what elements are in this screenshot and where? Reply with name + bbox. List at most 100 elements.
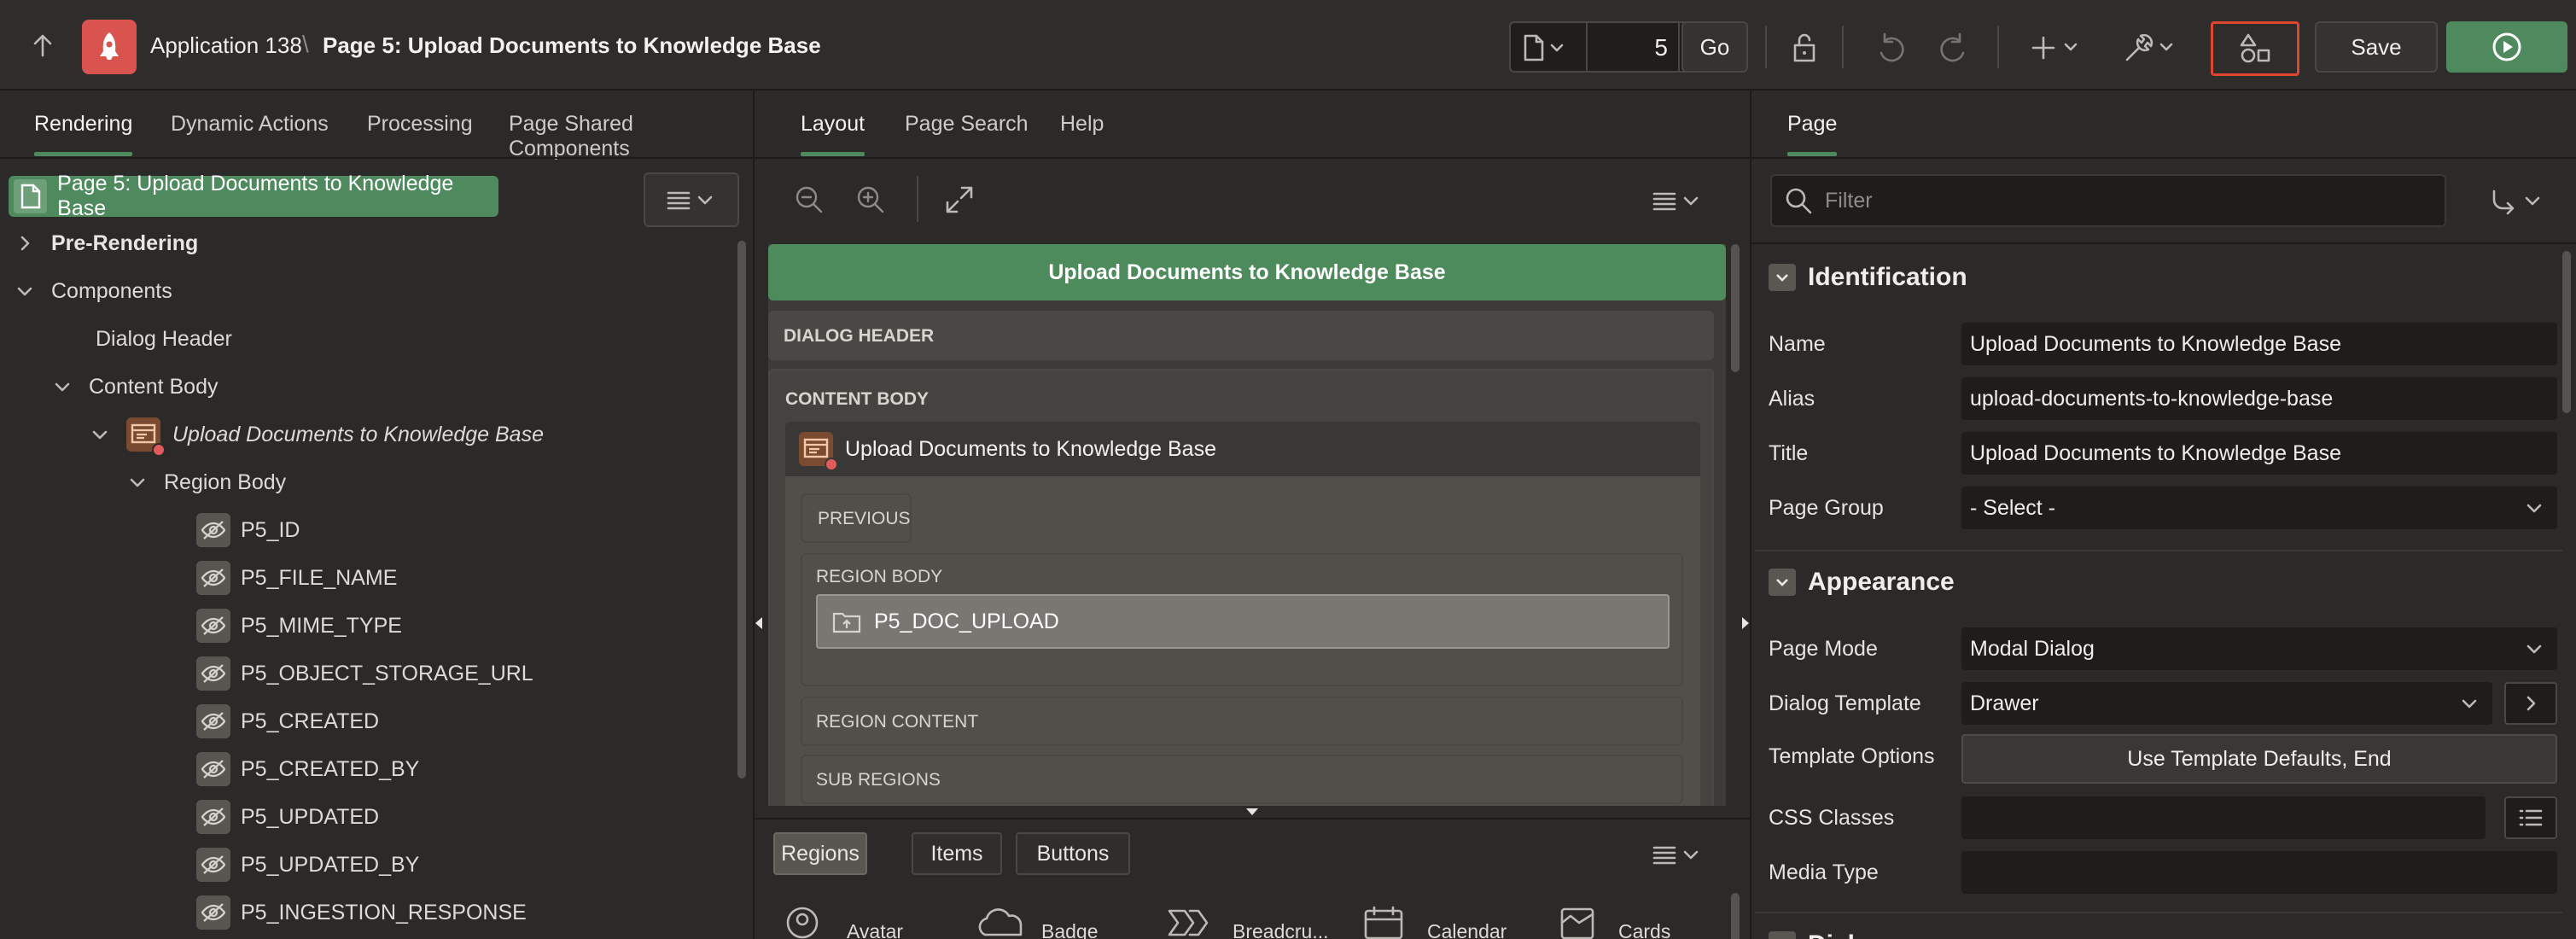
title-label: Title <box>1769 441 1809 465</box>
layout-menu-icon[interactable] <box>1651 188 1704 213</box>
media-type-field[interactable] <box>1961 851 2557 894</box>
page-mode-select[interactable]: Modal Dialog <box>1961 627 2557 670</box>
avatar-component-icon[interactable] <box>785 906 819 939</box>
zoom-in-icon[interactable] <box>855 184 886 215</box>
gallery-tab-buttons[interactable]: Buttons <box>1016 832 1130 875</box>
run-page-button[interactable] <box>2446 21 2567 73</box>
tree-row-hidden-item[interactable]: P5_ID <box>196 506 300 554</box>
tree-item-label: P5_ID <box>241 517 300 542</box>
shared-components-button[interactable] <box>2211 21 2299 76</box>
chevron-right-icon[interactable] <box>15 234 34 253</box>
lock-page-icon[interactable] <box>1787 31 1821 65</box>
chevron-down-icon[interactable] <box>15 282 34 300</box>
application-name[interactable]: Application 138 <box>150 32 302 59</box>
page-number-input[interactable]: 5 <box>1596 34 1668 61</box>
breadcrumb-component-icon[interactable] <box>1166 906 1217 939</box>
redo-icon[interactable] <box>1936 31 1970 65</box>
gallery-menu-icon[interactable] <box>1651 842 1704 867</box>
gallery-scrollbar[interactable] <box>1731 893 1740 939</box>
dialog-template-select[interactable]: Drawer <box>1961 682 2492 725</box>
tree-row-hidden-item[interactable]: P5_FILE_NAME <box>196 554 397 602</box>
create-menu-icon[interactable] <box>2031 32 2084 63</box>
hidden-item-icon <box>196 513 230 547</box>
application-icon[interactable] <box>82 20 137 74</box>
save-button[interactable]: Save <box>2315 21 2438 73</box>
tree-row-hidden-item[interactable]: P5_MIME_TYPE <box>196 602 402 650</box>
tree-row-dialog-header[interactable]: Dialog Header <box>96 315 232 363</box>
properties-scrollbar[interactable] <box>2562 251 2571 413</box>
collapse-check-icon[interactable] <box>1769 931 1796 939</box>
css-classes-field[interactable] <box>1961 796 2486 839</box>
tree-page-node[interactable]: Page 5: Upload Documents to Knowledge Ba… <box>9 172 498 220</box>
go-to-group-icon[interactable] <box>2491 186 2544 215</box>
breadcrumb-separator: \ <box>302 31 309 57</box>
alias-label: Alias <box>1769 387 1815 411</box>
tree-row-region-body[interactable]: Region Body <box>128 458 286 506</box>
tree-item-label: P5_CREATED_BY <box>241 756 420 781</box>
tree-menu-button[interactable] <box>644 172 739 227</box>
utilities-wrench-icon[interactable] <box>2124 31 2180 65</box>
expand-icon[interactable] <box>944 184 975 215</box>
calendar-component-icon[interactable] <box>1362 906 1405 939</box>
tree-row-hidden-item[interactable]: P5_INGESTION_RESPONSE <box>196 889 527 936</box>
tab-dynamic-actions[interactable]: Dynamic Actions <box>171 112 329 137</box>
title-field[interactable]: Upload Documents to Knowledge Base <box>1961 432 2557 475</box>
gallery-tab-items[interactable]: Items <box>912 832 1002 875</box>
region-title: Upload Documents to Knowledge Base <box>845 437 1216 461</box>
tab-page[interactable]: Page <box>1787 112 1838 156</box>
section-appearance[interactable]: Appearance <box>1769 568 1955 597</box>
chevron-down-icon[interactable] <box>90 425 109 444</box>
undo-icon[interactable] <box>1874 31 1909 65</box>
collapse-left-pane-icon[interactable] <box>755 616 763 630</box>
cards-component-icon[interactable] <box>1559 906 1596 939</box>
tree-row-hidden-item[interactable]: P5_CREATED_BY <box>196 745 419 793</box>
collapse-check-icon[interactable] <box>1769 569 1796 596</box>
tab-help[interactable]: Help <box>1060 112 1104 137</box>
splitter-down-icon[interactable] <box>1245 808 1259 816</box>
chevron-down-icon[interactable] <box>128 473 147 492</box>
tree-row-content-body[interactable]: Content Body <box>53 363 219 411</box>
alias-field[interactable]: upload-documents-to-knowledge-base <box>1961 377 2557 420</box>
tab-layout[interactable]: Layout <box>801 112 865 156</box>
left-pane: Rendering Dynamic Actions Processing Pag… <box>0 90 753 939</box>
tree-row-region[interactable]: Upload Documents to Knowledge Base <box>90 411 544 458</box>
tree-row-hidden-item[interactable]: P5_OBJECT_STORAGE_URL <box>196 650 533 697</box>
up-arrow-icon[interactable] <box>31 32 55 58</box>
dialog-title-banner[interactable]: Upload Documents to Knowledge Base <box>768 244 1726 300</box>
chevron-down-icon[interactable] <box>53 377 72 396</box>
go-button[interactable]: Go <box>1681 21 1748 73</box>
template-options-button[interactable]: Use Template Defaults, End <box>1961 734 2557 784</box>
tab-rendering[interactable]: Rendering <box>34 112 133 156</box>
tree-row-hidden-item[interactable]: P5_UPDATED_BY <box>196 841 419 889</box>
zoom-out-icon[interactable] <box>794 184 825 215</box>
go-to-template-button[interactable] <box>2504 682 2557 725</box>
section-title: Identification <box>1808 263 1967 291</box>
section-title: Appearance <box>1808 568 1955 596</box>
doc-upload-item[interactable]: P5_DOC_UPLOAD <box>816 594 1670 649</box>
tree-row-hidden-item[interactable]: P5_UPDATED <box>196 793 379 841</box>
section-dialog[interactable]: Dialog <box>1769 930 1886 939</box>
tab-processing[interactable]: Processing <box>367 112 473 137</box>
css-classes-list-button[interactable] <box>2504 796 2557 839</box>
badge-component-icon[interactable] <box>978 906 1029 939</box>
section-identification[interactable]: Identification <box>1769 263 1967 292</box>
chevron-down-icon <box>2525 639 2544 658</box>
page-group-select[interactable]: - Select - <box>1961 487 2557 529</box>
page-mode-label: Page Mode <box>1769 637 1878 661</box>
filter-input[interactable]: Filter <box>1770 174 2446 227</box>
tab-page-search[interactable]: Page Search <box>905 112 1029 137</box>
section-title: Dialog <box>1808 930 1886 939</box>
canvas-scrollbar[interactable] <box>1731 244 1740 372</box>
region-container[interactable]: Upload Documents to Knowledge Base PREVI… <box>785 422 1700 806</box>
collapse-right-pane-icon[interactable] <box>1741 616 1750 630</box>
name-field[interactable]: Upload Documents to Knowledge Base <box>1961 323 2557 365</box>
tree-row-hidden-item[interactable]: P5_CREATED <box>196 697 379 745</box>
tree-item-label: P5_INGESTION_RESPONSE <box>241 900 527 924</box>
tab-page-shared-components[interactable]: Page Shared Components <box>509 112 753 161</box>
gallery-tab-regions[interactable]: Regions <box>773 832 867 875</box>
tree-row-components[interactable]: Components <box>15 267 172 315</box>
tree-scrollbar[interactable] <box>737 241 746 779</box>
tree-row-pre-rendering[interactable]: Pre-Rendering <box>15 219 198 267</box>
collapse-check-icon[interactable] <box>1769 264 1796 291</box>
page-icon[interactable] <box>1523 34 1569 61</box>
